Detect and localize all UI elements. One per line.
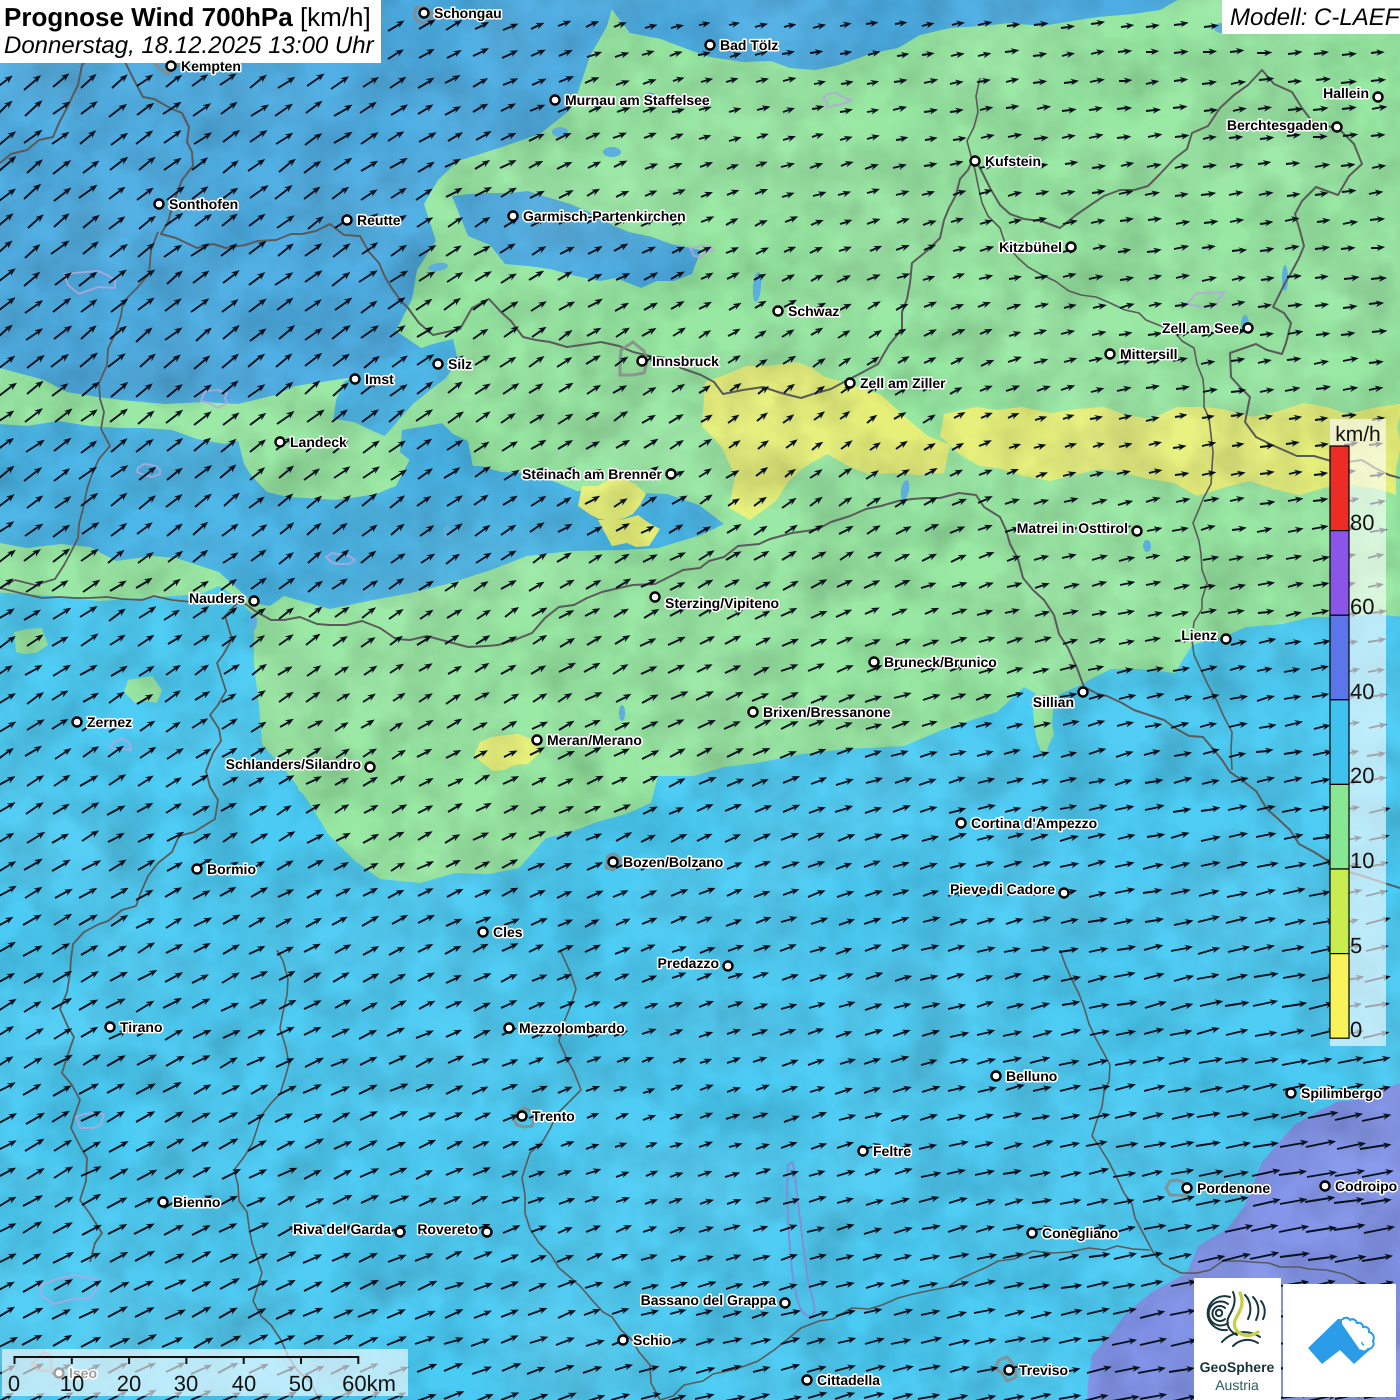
svg-text:Conegliano: Conegliano xyxy=(1042,1225,1118,1241)
svg-text:Garmisch-Partenkirchen: Garmisch-Partenkirchen xyxy=(523,208,686,224)
svg-text:Belluno: Belluno xyxy=(1006,1068,1057,1084)
svg-text:Feltre: Feltre xyxy=(873,1143,911,1159)
svg-text:60: 60 xyxy=(1350,594,1374,619)
svg-text:Cittadella: Cittadella xyxy=(817,1372,880,1388)
svg-text:0: 0 xyxy=(1350,1017,1362,1042)
svg-text:Kufstein: Kufstein xyxy=(985,153,1041,169)
svg-text:Cortina d'Ampezzo: Cortina d'Ampezzo xyxy=(971,815,1097,831)
svg-text:Prognose Wind 700hPa [km/h]: Prognose Wind 700hPa [km/h] xyxy=(4,2,371,32)
svg-text:Treviso: Treviso xyxy=(1019,1362,1068,1378)
svg-text:5: 5 xyxy=(1350,933,1362,958)
svg-text:Austria: Austria xyxy=(1215,1377,1259,1393)
svg-text:80: 80 xyxy=(1350,510,1374,535)
svg-text:40: 40 xyxy=(232,1371,256,1396)
svg-text:Silz: Silz xyxy=(448,356,472,372)
svg-text:Trento: Trento xyxy=(532,1108,575,1124)
svg-text:Meran/Merano: Meran/Merano xyxy=(547,732,642,748)
svg-text:Brixen/Bressanone: Brixen/Bressanone xyxy=(763,704,891,720)
svg-text:Mezzolombardo: Mezzolombardo xyxy=(519,1020,625,1036)
svg-text:Schongau: Schongau xyxy=(434,5,502,21)
svg-text:Steinach am Brenner: Steinach am Brenner xyxy=(522,466,663,482)
svg-text:Kempten: Kempten xyxy=(181,58,241,74)
svg-text:Pordenone: Pordenone xyxy=(1197,1180,1270,1196)
svg-text:Rovereto: Rovereto xyxy=(417,1221,478,1237)
svg-text:Zernez: Zernez xyxy=(87,714,132,730)
svg-text:Mittersill: Mittersill xyxy=(1120,346,1178,362)
svg-text:Schio: Schio xyxy=(633,1332,671,1348)
svg-text:Murnau am Staffelsee: Murnau am Staffelsee xyxy=(565,92,710,108)
svg-text:Sterzing/Vipiteno: Sterzing/Vipiteno xyxy=(665,595,779,611)
svg-text:Zell am See: Zell am See xyxy=(1162,320,1239,336)
svg-text:Bienno: Bienno xyxy=(173,1194,220,1210)
svg-text:Bormio: Bormio xyxy=(207,861,256,877)
svg-text:Reutte: Reutte xyxy=(357,212,401,228)
svg-text:Donnerstag, 18.12.2025 13:00 U: Donnerstag, 18.12.2025 13:00 Uhr xyxy=(4,32,375,59)
svg-text:Kitzbühel: Kitzbühel xyxy=(999,239,1062,255)
svg-text:Tirano: Tirano xyxy=(120,1019,163,1035)
svg-text:km/h: km/h xyxy=(1335,423,1381,446)
svg-text:Bozen/Bolzano: Bozen/Bolzano xyxy=(623,854,723,870)
svg-text:10: 10 xyxy=(1350,848,1374,873)
svg-text:Bad Tölz: Bad Tölz xyxy=(720,37,778,53)
svg-text:Spilimbergo: Spilimbergo xyxy=(1301,1085,1382,1101)
svg-text:20: 20 xyxy=(1350,763,1374,788)
svg-text:0: 0 xyxy=(8,1371,20,1396)
svg-text:Bassano del Grappa: Bassano del Grappa xyxy=(641,1292,777,1308)
svg-text:Cles: Cles xyxy=(493,924,523,940)
svg-text:Matrei in Osttirol: Matrei in Osttirol xyxy=(1017,520,1128,536)
svg-text:Codroipo: Codroipo xyxy=(1335,1178,1397,1194)
svg-text:Zell am Ziller: Zell am Ziller xyxy=(860,375,946,391)
svg-text:Schlanders/Silandro: Schlanders/Silandro xyxy=(226,756,361,772)
svg-text:Imst: Imst xyxy=(365,371,394,387)
svg-text:Sillian: Sillian xyxy=(1033,694,1074,710)
svg-text:Lienz: Lienz xyxy=(1181,627,1217,643)
svg-text:30: 30 xyxy=(174,1371,198,1396)
svg-text:Innsbruck: Innsbruck xyxy=(652,353,719,369)
svg-text:Sonthofen: Sonthofen xyxy=(169,196,238,212)
svg-text:Landeck: Landeck xyxy=(290,434,347,450)
svg-text:Bruneck/Brunico: Bruneck/Brunico xyxy=(884,654,997,670)
svg-text:Riva del Garda: Riva del Garda xyxy=(293,1221,391,1237)
svg-text:GeoSphere: GeoSphere xyxy=(1200,1359,1275,1375)
svg-text:Pieve di Cadore: Pieve di Cadore xyxy=(950,881,1055,897)
svg-text:60km: 60km xyxy=(342,1371,396,1396)
svg-text:10: 10 xyxy=(60,1371,84,1396)
svg-text:50: 50 xyxy=(289,1371,313,1396)
svg-text:Modell: C-LAEF: Modell: C-LAEF xyxy=(1230,4,1400,31)
svg-text:20: 20 xyxy=(117,1371,141,1396)
svg-text:Schwaz: Schwaz xyxy=(788,303,839,319)
svg-text:Predazzo: Predazzo xyxy=(658,955,719,971)
svg-text:Berchtesgaden: Berchtesgaden xyxy=(1227,117,1328,133)
svg-text:Hallein: Hallein xyxy=(1323,85,1369,101)
svg-text:40: 40 xyxy=(1350,679,1374,704)
svg-text:Nauders: Nauders xyxy=(189,590,245,606)
